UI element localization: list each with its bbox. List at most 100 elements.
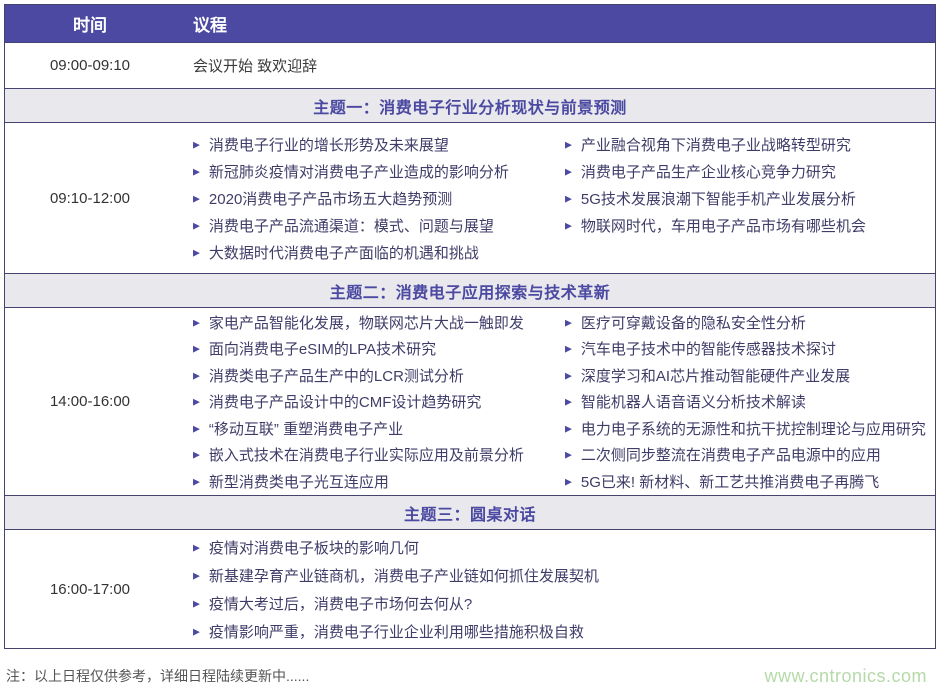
opening-text: 会议开始 致欢迎辞: [175, 43, 935, 88]
bullet-triangle-icon: ▶: [193, 424, 200, 433]
bullet-triangle-icon: ▶: [565, 398, 572, 407]
agenda-item-text: 嵌入式技术在消费电子行业实际应用及前景分析: [209, 444, 524, 465]
bullet-triangle-icon: ▶: [565, 345, 572, 354]
session-row-2: 14:00-16:00 ▶ 家电产品智能化发展，物联网芯片大战一触即发▶面向消费电…: [5, 308, 935, 495]
agenda-item-text: 消费电子产品设计中的CMF设计趋势研究: [209, 391, 482, 412]
agenda-item: ▶ 疫情大考过后，消费电子市场何去何从?: [193, 589, 565, 617]
bullet-triangle-icon: ▶: [193, 345, 200, 354]
agenda-item: ▶ 消费电子产品流通渠道：模式、问题与展望: [193, 212, 565, 239]
footer-note: 注：以上日程仅供参考，详细日程陆续更新中......: [4, 666, 309, 686]
bullet-triangle-icon: ▶: [565, 221, 572, 230]
agenda-list-3-left: ▶ 疫情对消费电子板块的影响几何 ▶新基建孕育产业链商机，消费电子产业链如何抓住发展…: [193, 533, 565, 645]
agenda-item: ▶ 消费电子行业的增长形势及未来展望: [193, 131, 565, 158]
bullet-triangle-icon: ▶: [193, 543, 200, 552]
session-time-2: 14:00-16:00: [5, 308, 175, 495]
agenda-item-text: 医疗可穿戴设备的隐私安全性分析: [581, 312, 806, 333]
agenda-item: ▶ 深度学习和AI芯片推动智能硬件产业发展: [565, 362, 935, 389]
agenda-item-text: 二次侧同步整流在消费电子产品电源中的应用: [581, 444, 881, 465]
agenda-item: ▶新基建孕育产业链商机，消费电子产业链如何抓住发展契机: [193, 561, 565, 589]
agenda-item: ▶ 电力电子系统的无源性和抗干扰控制理论与应用研究: [565, 415, 935, 442]
agenda-table: 时间 议程 09:00-09:10 会议开始 致欢迎辞 主题一：消费电子行业分析…: [4, 4, 936, 649]
opening-row: 09:00-09:10 会议开始 致欢迎辞: [5, 43, 935, 88]
agenda-item: ▶ 5G技术发展浪潮下智能手机产业发展分析: [565, 185, 935, 212]
bullet-triangle-icon: ▶: [193, 599, 200, 608]
agenda-item-text: 2020消费电子产品市场五大趋势预测: [209, 188, 452, 209]
bullet-triangle-icon: ▶: [565, 477, 572, 486]
agenda-item-text: 新冠肺炎疫情对消费电子产业造成的影响分析: [209, 161, 509, 182]
agenda-item: ▶ 疫情对消费电子板块的影响几何: [193, 533, 565, 561]
agenda-item: ▶ 二次侧同步整流在消费电子产品电源中的应用: [565, 441, 935, 468]
session-row-1: 09:10-12:00 ▶消费电子行业的增长形势及未来展望▶新冠肺炎疫情对消费电…: [5, 123, 935, 273]
section-title-3: 主题三：圆桌对话: [404, 501, 536, 525]
bullet-triangle-icon: ▶: [565, 194, 572, 203]
agenda-item-text: 消费电子产品生产企业核心竞争力研究: [581, 161, 836, 182]
bullet-triangle-icon: ▶: [193, 221, 200, 230]
bullet-triangle-icon: ▶: [193, 167, 200, 176]
bullet-triangle-icon: ▶: [565, 371, 572, 380]
agenda-item-text: 5G已来! 新材料、新工艺共推消费电子再腾飞: [581, 471, 879, 492]
bullet-triangle-icon: ▶: [193, 194, 200, 203]
agenda-item-text: 疫情影响严重，消费电子行业企业利用哪些措施积极自救: [209, 621, 584, 642]
bullet-triangle-icon: ▶: [565, 451, 572, 460]
bullet-triangle-icon: ▶: [193, 318, 200, 327]
bullet-triangle-icon: ▶: [565, 318, 572, 327]
agenda-item-text: 新基建孕育产业链商机，消费电子产业链如何抓住发展契机: [209, 565, 599, 586]
agenda-item-text: 消费电子产品流通渠道：模式、问题与展望: [209, 215, 494, 236]
agenda-item: ▶大数据时代消费电子产面临的机遇和挑战: [193, 239, 565, 266]
agenda-item-text: 智能机器人语音语义分析技术解读: [581, 391, 806, 412]
agenda-item: ▶ 5G已来! 新材料、新工艺共推消费电子再腾飞: [565, 468, 935, 495]
session-time-3: 16:00-17:00: [5, 530, 175, 648]
bullet-triangle-icon: ▶: [193, 571, 200, 580]
bullet-triangle-icon: ▶: [565, 140, 572, 149]
agenda-item-text: 疫情对消费电子板块的影响几何: [209, 537, 419, 558]
bullet-triangle-icon: ▶: [193, 371, 200, 380]
agenda-item: ▶ 2020消费电子产品市场五大趋势预测: [193, 185, 565, 212]
session-row-3: 16:00-17:00 ▶疫情对消费电子板块的影响几何▶新基建孕育产业链商机，消…: [5, 530, 935, 648]
agenda-item: ▶ 嵌入式技术在消费电子行业实际应用及前景分析: [193, 441, 565, 468]
agenda-item: ▶产业融合视角下消费电子业战略转型研究: [565, 131, 935, 158]
agenda-item: ▶ 医疗可穿戴设备的隐私安全性分析: [565, 309, 935, 336]
agenda-item-text: 深度学习和AI芯片推动智能硬件产业发展: [581, 365, 850, 386]
agenda-item-text: 消费电子行业的增长形势及未来展望: [209, 134, 449, 155]
agenda-item: ▶疫情影响严重，消费电子行业企业利用哪些措施积极自救: [193, 617, 565, 645]
agenda-item: ▶面向消费电子eSIM的LPA技术研究: [193, 335, 565, 362]
agenda-list-2-right: ▶ 医疗可穿戴设备的隐私安全性分析 ▶ 汽车电子技术中的智能传感器技术探讨 ▶ 深度学习和…: [565, 309, 935, 495]
agenda-item-text: 电力电子系统的无源性和抗干扰控制理论与应用研究: [581, 418, 926, 439]
agenda-item: ▶ 汽车电子技术中的智能传感器技术探讨: [565, 335, 935, 362]
header-time-label: 时间: [5, 5, 175, 42]
bullet-triangle-icon: ▶: [193, 477, 200, 486]
opening-time: 09:00-09:10: [5, 43, 175, 88]
agenda-item: ▶ 智能机器人语音语义分析技术解读: [565, 388, 935, 415]
agenda-item-text: 汽车电子技术中的智能传感器技术探讨: [581, 338, 836, 359]
agenda-item: ▶消费电子产品设计中的CMF设计趋势研究: [193, 388, 565, 415]
agenda-item: ▶ 家电产品智能化发展，物联网芯片大战一触即发: [193, 309, 565, 336]
agenda-item-text: 新型消费类电子光互连应用: [209, 471, 389, 492]
agenda-list-2-left: ▶ 家电产品智能化发展，物联网芯片大战一触即发▶面向消费电子eSIM的LPA技术研…: [193, 309, 565, 495]
agenda-item-text: 疫情大考过后，消费电子市场何去何从?: [209, 593, 472, 614]
agenda-item-text: 5G技术发展浪潮下智能手机产业发展分析: [581, 188, 856, 209]
section-band-2: 主题二：消费电子应用探索与技术革新: [5, 273, 935, 308]
agenda-page: 时间 议程 09:00-09:10 会议开始 致欢迎辞 主题一：消费电子行业分析…: [0, 0, 941, 700]
table-header-row: 时间 议程: [5, 5, 935, 43]
section-band-3: 主题三：圆桌对话: [5, 495, 935, 530]
bullet-triangle-icon: ▶: [193, 451, 200, 460]
bullet-triangle-icon: ▶: [565, 424, 572, 433]
bullet-triangle-icon: ▶: [565, 167, 572, 176]
page-footer: 注：以上日程仅供参考，详细日程陆续更新中...... www.cntronics…: [4, 656, 937, 696]
agenda-item-text: 家电产品智能化发展，物联网芯片大战一触即发: [209, 312, 524, 333]
agenda-item-text: “移动互联” 重塑消费电子产业: [209, 418, 403, 439]
bullet-triangle-icon: ▶: [193, 627, 200, 636]
agenda-item: ▶ “移动互联” 重塑消费电子产业: [193, 415, 565, 442]
agenda-item: ▶ 新冠肺炎疫情对消费电子产业造成的影响分析: [193, 158, 565, 185]
agenda-item-text: 大数据时代消费电子产面临的机遇和挑战: [209, 242, 479, 263]
agenda-item-text: 消费类电子产品生产中的LCR测试分析: [209, 365, 464, 386]
agenda-item: ▶ 消费类电子产品生产中的LCR测试分析: [193, 362, 565, 389]
agenda-item-text: 物联网时代，车用电子产品市场有哪些机会: [581, 215, 866, 236]
bullet-triangle-icon: ▶: [193, 140, 200, 149]
section-title-2: 主题二：消费电子应用探索与技术革新: [330, 279, 611, 303]
header-agenda-label: 议程: [175, 5, 935, 42]
section-title-1: 主题一：消费电子行业分析现状与前景预测: [313, 94, 627, 118]
section-band-1: 主题一：消费电子行业分析现状与前景预测: [5, 88, 935, 123]
agenda-item: ▶ 消费电子产品生产企业核心竞争力研究: [565, 158, 935, 185]
watermark-url: www.cntronics.com: [764, 666, 937, 687]
